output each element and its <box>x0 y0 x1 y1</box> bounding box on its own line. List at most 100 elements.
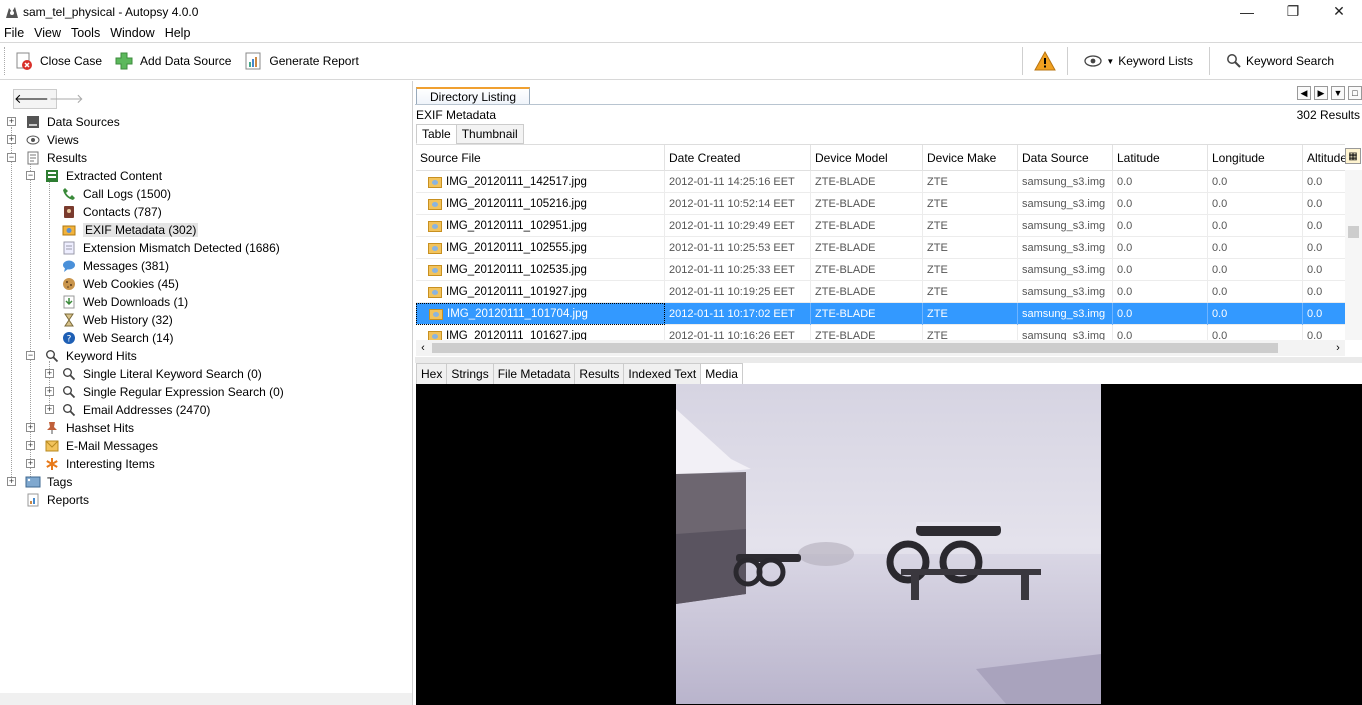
column-header-longitude[interactable]: Longitude <box>1208 145 1303 171</box>
table-row[interactable]: IMG_20120111_101704.jpg 2012-01-11 10:17:… <box>416 303 1345 325</box>
keyword-lists-button[interactable]: ▼ Keyword Lists <box>1078 46 1199 76</box>
column-header-source-file[interactable]: Source File <box>416 145 665 171</box>
table-row[interactable]: IMG_20120111_102535.jpg 2012-01-11 10:25:… <box>416 259 1345 281</box>
scroll-tabs-left-icon[interactable]: ◀ <box>1297 86 1311 100</box>
tab-media[interactable]: Media <box>700 363 743 385</box>
tab-strings[interactable]: Strings <box>446 363 494 385</box>
table-cell: samsung_s3.img <box>1018 325 1113 340</box>
scroll-right-icon[interactable]: › <box>1331 340 1345 356</box>
tree-label: Call Logs (1500) <box>83 187 172 201</box>
tab-file-metadata[interactable]: File Metadata <box>492 363 576 385</box>
maximize-panel-icon[interactable]: □ <box>1348 86 1362 100</box>
tree-item-interesting-items[interactable]: + Interesting Items <box>26 455 155 473</box>
column-header-device-make[interactable]: Device Make <box>923 145 1018 171</box>
table-row[interactable]: IMG_20120111_142517.jpg 2012-01-11 14:25:… <box>416 171 1345 193</box>
search-icon <box>1226 53 1242 69</box>
expand-toggle[interactable]: + <box>45 405 54 414</box>
toolbar-separator <box>1067 47 1069 75</box>
tab-indexed-text[interactable]: Indexed Text <box>623 363 702 385</box>
generate-report-button[interactable]: Generate Report <box>237 46 364 76</box>
expand-toggle[interactable]: + <box>26 459 35 468</box>
menu-view[interactable]: View <box>29 26 66 40</box>
tree-item-keyword-hits[interactable]: − Keyword Hits <box>26 347 137 365</box>
tree-item-exif-metadata[interactable]: EXIF Metadata (302) <box>45 221 199 239</box>
column-chooser-icon[interactable]: ▦ <box>1345 148 1361 164</box>
menu-tools[interactable]: Tools <box>66 26 105 40</box>
menu-help[interactable]: Help <box>160 26 196 40</box>
keyword-search-button[interactable]: Keyword Search <box>1220 46 1340 76</box>
tree-item-tags[interactable]: + Tags <box>7 473 72 491</box>
menu-window[interactable]: Window <box>105 26 159 40</box>
menu-file[interactable]: File <box>0 26 29 40</box>
tab-table[interactable]: Table <box>416 124 457 144</box>
tree-item-messages[interactable]: Messages (381) <box>45 257 169 275</box>
table-row[interactable]: IMG_20120111_101927.jpg 2012-01-11 10:19:… <box>416 281 1345 303</box>
tree-item-results[interactable]: − Results <box>7 149 87 167</box>
column-header-date-created[interactable]: Date Created <box>665 145 811 171</box>
tree-item-email-addresses[interactable]: + Email Addresses (2470) <box>45 401 210 419</box>
tree-item-extracted-content[interactable]: − Extracted Content <box>26 167 162 185</box>
expand-toggle[interactable]: + <box>7 135 16 144</box>
minimize-button[interactable]: — <box>1224 0 1270 23</box>
tree-item-web-cookies[interactable]: Web Cookies (45) <box>45 275 179 293</box>
expand-toggle[interactable]: + <box>45 369 54 378</box>
collapse-toggle[interactable]: − <box>7 153 16 162</box>
vertical-scrollbar[interactable] <box>1345 170 1362 340</box>
column-header-altitude[interactable]: Altitude <box>1303 145 1345 171</box>
expand-toggle[interactable]: + <box>26 423 35 432</box>
warning-icon[interactable] <box>1033 49 1057 73</box>
table-cell: 2012-01-11 10:29:49 EET <box>665 215 811 237</box>
add-data-source-button[interactable]: Add Data Source <box>108 46 237 76</box>
back-arrow-icon[interactable]: 🡐 <box>14 90 49 108</box>
tab-results[interactable]: Results <box>574 363 625 385</box>
tab-hex[interactable]: Hex <box>416 363 448 385</box>
table-cell: 0.0 <box>1208 193 1303 215</box>
tab-thumbnail[interactable]: Thumbnail <box>455 124 524 144</box>
expand-toggle[interactable]: + <box>26 441 35 450</box>
column-header-data-source[interactable]: Data Source <box>1018 145 1113 171</box>
scroll-left-icon[interactable]: ‹ <box>416 340 430 356</box>
table-cell: 0.0 <box>1208 259 1303 281</box>
close-window-button[interactable]: ✕ <box>1316 0 1362 23</box>
collapse-toggle[interactable]: − <box>26 351 35 360</box>
tree-item-web-downloads[interactable]: Web Downloads (1) <box>45 293 188 311</box>
tree-item-single-literal[interactable]: + Single Literal Keyword Search (0) <box>45 365 262 383</box>
scrollbar-thumb[interactable] <box>1348 226 1359 238</box>
tree-item-single-regex[interactable]: + Single Regular Expression Search (0) <box>45 383 284 401</box>
table-row[interactable]: IMG_20120111_102555.jpg 2012-01-11 10:25:… <box>416 237 1345 259</box>
tree-item-data-sources[interactable]: + Data Sources <box>7 113 120 131</box>
expand-toggle[interactable]: + <box>7 117 16 126</box>
expand-toggle[interactable]: + <box>45 387 54 396</box>
forward-arrow-icon[interactable]: 🡒 <box>49 90 84 108</box>
tree-item-email-messages[interactable]: + E-Mail Messages <box>26 437 158 455</box>
tab-list-dropdown-icon[interactable]: ▼ <box>1331 86 1345 100</box>
tab-directory-listing[interactable]: Directory Listing <box>416 87 530 105</box>
cell-text: 2012-01-11 10:52:14 EET <box>669 198 795 210</box>
restore-button[interactable]: ❐ <box>1270 0 1316 23</box>
collapse-toggle[interactable]: − <box>26 171 35 180</box>
tree-item-views[interactable]: + Views <box>7 131 79 149</box>
tree-item-extension-mismatch[interactable]: Extension Mismatch Detected (1686) <box>45 239 280 257</box>
tree-item-reports[interactable]: Reports <box>7 491 89 509</box>
tree-item-call-logs[interactable]: Call Logs (1500) <box>45 185 171 203</box>
cell-text: samsung_s3.img <box>1022 264 1106 276</box>
table-cell: 0.0 <box>1303 237 1345 259</box>
menu-bar: File View Tools Window Help <box>0 23 1362 42</box>
close-case-button[interactable]: Close Case <box>8 46 108 76</box>
table-cell: 2012-01-11 10:25:53 EET <box>665 237 811 259</box>
expand-toggle[interactable]: + <box>7 477 16 486</box>
table-row[interactable]: IMG_20120111_101627.jpg 2012-01-11 10:16:… <box>416 325 1345 340</box>
tree-item-contacts[interactable]: Contacts (787) <box>45 203 162 221</box>
cell-text: ZTE-BLADE <box>815 286 876 298</box>
cell-text: samsung_s3.img <box>1022 198 1106 210</box>
column-header-device-model[interactable]: Device Model <box>811 145 923 171</box>
scroll-tabs-right-icon[interactable]: ▶ <box>1314 86 1328 100</box>
table-row[interactable]: IMG_20120111_105216.jpg 2012-01-11 10:52:… <box>416 193 1345 215</box>
column-header-latitude[interactable]: Latitude <box>1113 145 1208 171</box>
table-row[interactable]: IMG_20120111_102951.jpg 2012-01-11 10:29:… <box>416 215 1345 237</box>
tree-item-hashset-hits[interactable]: + Hashset Hits <box>26 419 134 437</box>
tree-item-web-search[interactable]: ? Web Search (14) <box>45 329 174 347</box>
horizontal-scrollbar[interactable]: ‹ › <box>416 340 1345 356</box>
scrollbar-thumb[interactable] <box>432 343 1278 353</box>
tree-item-web-history[interactable]: Web History (32) <box>45 311 173 329</box>
